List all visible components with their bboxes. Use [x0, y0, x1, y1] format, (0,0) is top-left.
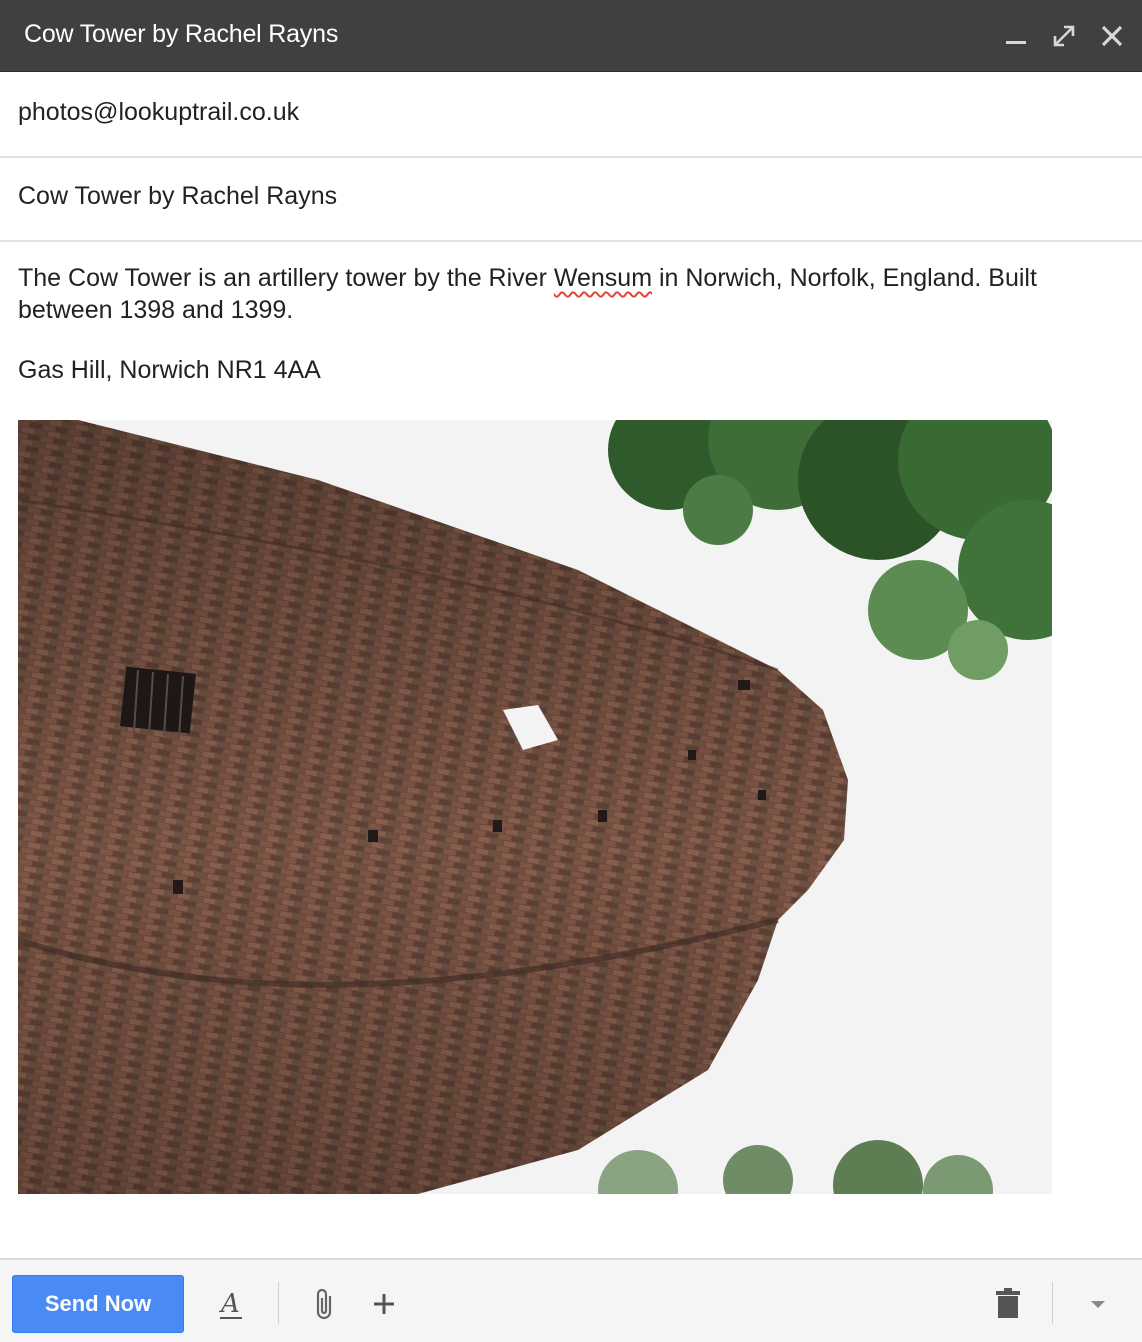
compose-titlebar: Cow Tower by Rachel Rayns [0, 0, 1142, 72]
close-icon[interactable] [1094, 18, 1130, 54]
send-now-button[interactable]: Send Now [12, 1275, 184, 1333]
compose-footer: Send Now A [0, 1258, 1142, 1342]
to-recipient: photos@lookuptrail.co.uk [18, 98, 300, 126]
toolbar-divider [278, 1282, 279, 1324]
subject-field[interactable]: Cow Tower by Rachel Rayns [0, 158, 1142, 242]
minimize-icon[interactable] [998, 18, 1034, 54]
more-options-icon[interactable] [364, 1284, 404, 1324]
subject-value: Cow Tower by Rachel Rayns [18, 182, 338, 210]
misspelled-word[interactable]: Wensum [554, 264, 652, 292]
attach-icon[interactable] [306, 1284, 346, 1324]
compose-title: Cow Tower by Rachel Rayns [24, 20, 339, 48]
dropdown-icon[interactable] [1078, 1284, 1118, 1324]
trash-icon[interactable] [988, 1284, 1028, 1324]
text-format-icon[interactable]: A [212, 1284, 252, 1324]
body-address: Gas Hill, Norwich NR1 4AA [18, 356, 321, 384]
body-paragraph: The Cow Tower is an artillery tower by t… [18, 262, 1118, 326]
message-body[interactable]: The Cow Tower is an artillery tower by t… [18, 262, 1118, 326]
body-text-start: The Cow Tower is an artillery tower by t… [18, 264, 554, 292]
to-field[interactable]: photos@lookuptrail.co.uk [0, 72, 1142, 158]
svg-text:A: A [219, 1289, 240, 1319]
inline-photo[interactable] [17, 370, 1098, 1230]
expand-icon[interactable] [1046, 18, 1082, 54]
toolbar-divider [1052, 1282, 1053, 1324]
